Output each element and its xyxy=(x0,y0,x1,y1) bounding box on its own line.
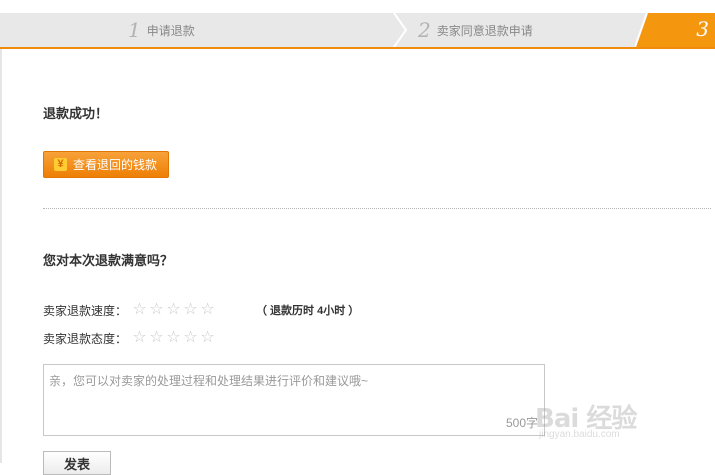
star-icon[interactable]: ☆ xyxy=(131,302,148,318)
star-icon[interactable]: ☆ xyxy=(199,330,216,346)
speed-star-rating: ☆ ☆ ☆ ☆ ☆ xyxy=(131,302,216,318)
submit-button[interactable]: 发表 xyxy=(43,451,111,475)
section-divider xyxy=(43,208,711,209)
step-3-active: 3 xyxy=(635,13,715,47)
star-icon[interactable]: ☆ xyxy=(182,330,199,346)
star-icon[interactable]: ☆ xyxy=(199,302,216,318)
step-separator-arrow xyxy=(393,13,408,47)
refund-duration-value: 4小时 xyxy=(317,305,346,317)
step-2-label: 卖家同意退款申请 xyxy=(436,23,533,38)
star-icon[interactable]: ☆ xyxy=(165,330,182,346)
attitude-star-rating: ☆ ☆ ☆ ☆ ☆ xyxy=(131,330,216,346)
refund-duration-suffix: ） xyxy=(345,305,360,317)
comment-box: 500字 xyxy=(43,364,545,436)
refund-duration-prefix: （ 退款历时 xyxy=(256,305,318,317)
yuan-icon: ¥ xyxy=(54,158,67,171)
satisfaction-question: 您对本次退款满意吗？ xyxy=(43,253,174,268)
attitude-rating-row: 卖家退款态度： ☆ ☆ ☆ ☆ ☆ xyxy=(43,329,216,347)
star-icon[interactable]: ☆ xyxy=(165,302,182,318)
step-1-label: 申请退款 xyxy=(146,23,195,38)
left-border xyxy=(0,49,2,463)
star-icon[interactable]: ☆ xyxy=(131,330,148,346)
star-icon[interactable]: ☆ xyxy=(148,302,165,318)
view-refund-money-button[interactable]: ¥ 查看退回的钱款 xyxy=(43,151,169,178)
star-icon[interactable]: ☆ xyxy=(182,302,199,318)
step-1-number: 1 xyxy=(128,18,141,42)
refund-success-title: 退款成功！ xyxy=(43,106,109,121)
view-refund-money-label: 查看退回的钱款 xyxy=(73,158,158,172)
step-1: 1 申请退款 xyxy=(128,13,195,47)
attitude-rating-label: 卖家退款态度： xyxy=(43,331,128,346)
baidu-watermark: Bai 经验 jingyan.baidu.com xyxy=(535,398,675,448)
step-2-number: 2 xyxy=(418,18,431,42)
refund-duration: （ 退款历时 4小时 ） xyxy=(256,302,359,318)
watermark-url: jingyan.baidu.com xyxy=(539,429,620,440)
character-counter: 500字 xyxy=(505,416,538,430)
step-3-number: 3 xyxy=(696,17,709,41)
speed-rating-label: 卖家退款速度： xyxy=(43,303,128,318)
comment-input[interactable] xyxy=(44,365,544,435)
star-icon[interactable]: ☆ xyxy=(148,330,165,346)
step-progress-bar: 1 申请退款 2 卖家同意退款申请 3 xyxy=(0,13,715,49)
speed-rating-row: 卖家退款速度： ☆ ☆ ☆ ☆ ☆ （ 退款历时 4小时 ） xyxy=(43,301,359,319)
step-2: 2 卖家同意退款申请 xyxy=(418,13,533,47)
